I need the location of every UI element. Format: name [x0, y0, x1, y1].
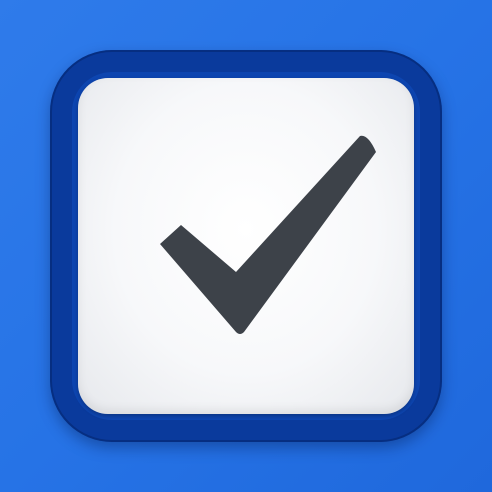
- checkmark-icon: [160, 135, 376, 334]
- checkmark-shape: [160, 135, 376, 334]
- app-icon[interactable]: [0, 0, 492, 492]
